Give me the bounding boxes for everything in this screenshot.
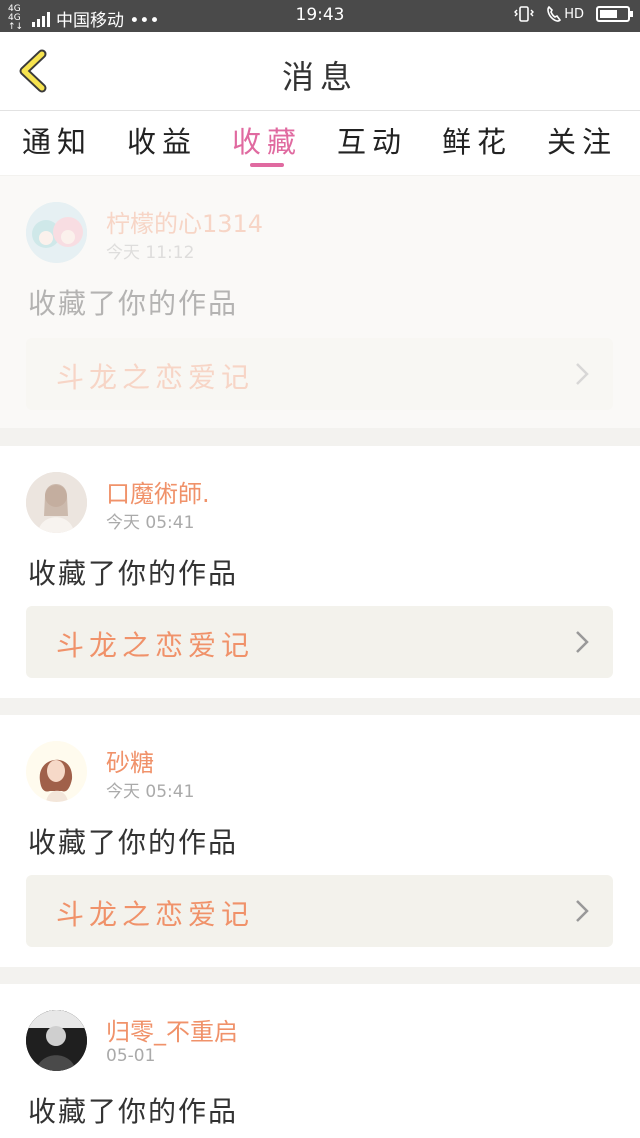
chevron-right-icon [576, 363, 589, 385]
active-tab-indicator [250, 163, 284, 167]
battery-icon [596, 6, 633, 22]
vibrate-icon [514, 6, 535, 22]
action-text: 收藏了你的作品 [28, 287, 239, 320]
hd-call-icon: HD [546, 5, 584, 23]
work-link[interactable]: 斗龙之恋爱记 [26, 338, 613, 410]
username[interactable]: 砂糖 [106, 743, 154, 778]
timestamp: 05-01 [106, 1046, 156, 1066]
work-title: 斗龙之恋爱记 [56, 898, 255, 931]
work-title: 斗龙之恋爱记 [56, 629, 255, 662]
tab-favorites[interactable]: 收藏 [214, 119, 320, 161]
avatar[interactable] [26, 1010, 87, 1071]
tab-notifications[interactable]: 通知 [4, 119, 110, 161]
tab-following[interactable]: 关注 [529, 119, 635, 161]
tab-earnings[interactable]: 收益 [109, 119, 215, 161]
timestamp: 今天 11:12 [106, 243, 195, 263]
tab-bar: 通知 收益 收藏 互动 鲜花 关注 [0, 111, 640, 175]
timestamp: 今天 05:41 [106, 513, 195, 533]
avatar[interactable] [26, 741, 87, 802]
timestamp: 今天 05:41 [106, 782, 195, 802]
message-card[interactable]: 柠檬的心1314 今天 11:12 收藏了你的作品 斗龙之恋爱记 [0, 176, 640, 428]
username[interactable]: 柠檬的心1314 [106, 204, 263, 239]
message-card[interactable]: 归零_不重启 05-01 收藏了你的作品 [0, 984, 640, 1138]
message-card[interactable]: 砂糖 今天 05:41 收藏了你的作品 斗龙之恋爱记 [0, 715, 640, 967]
chevron-right-icon [576, 631, 589, 653]
avatar[interactable] [26, 202, 87, 263]
username[interactable]: 归零_不重启 [106, 1012, 238, 1047]
avatar[interactable] [26, 472, 87, 533]
tab-interactions[interactable]: 互动 [319, 119, 425, 161]
page-title: 消息 [281, 58, 358, 96]
header: 消息 [0, 32, 640, 111]
action-text: 收藏了你的作品 [28, 1095, 239, 1128]
status-bar: 4G 4G ↑↓ 中国移动 ••• 19:43 HD [0, 0, 640, 32]
work-title: 斗龙之恋爱记 [56, 361, 255, 394]
chevron-right-icon [576, 900, 589, 922]
tab-flowers[interactable]: 鲜花 [424, 119, 530, 161]
work-link[interactable]: 斗龙之恋爱记 [26, 875, 613, 947]
work-link[interactable]: 斗龙之恋爱记 [26, 606, 613, 678]
action-text: 收藏了你的作品 [28, 557, 239, 590]
action-text: 收藏了你的作品 [28, 826, 239, 859]
username[interactable]: 口魔術師. [106, 474, 210, 509]
message-card[interactable]: 口魔術師. 今天 05:41 收藏了你的作品 斗龙之恋爱记 [0, 446, 640, 698]
